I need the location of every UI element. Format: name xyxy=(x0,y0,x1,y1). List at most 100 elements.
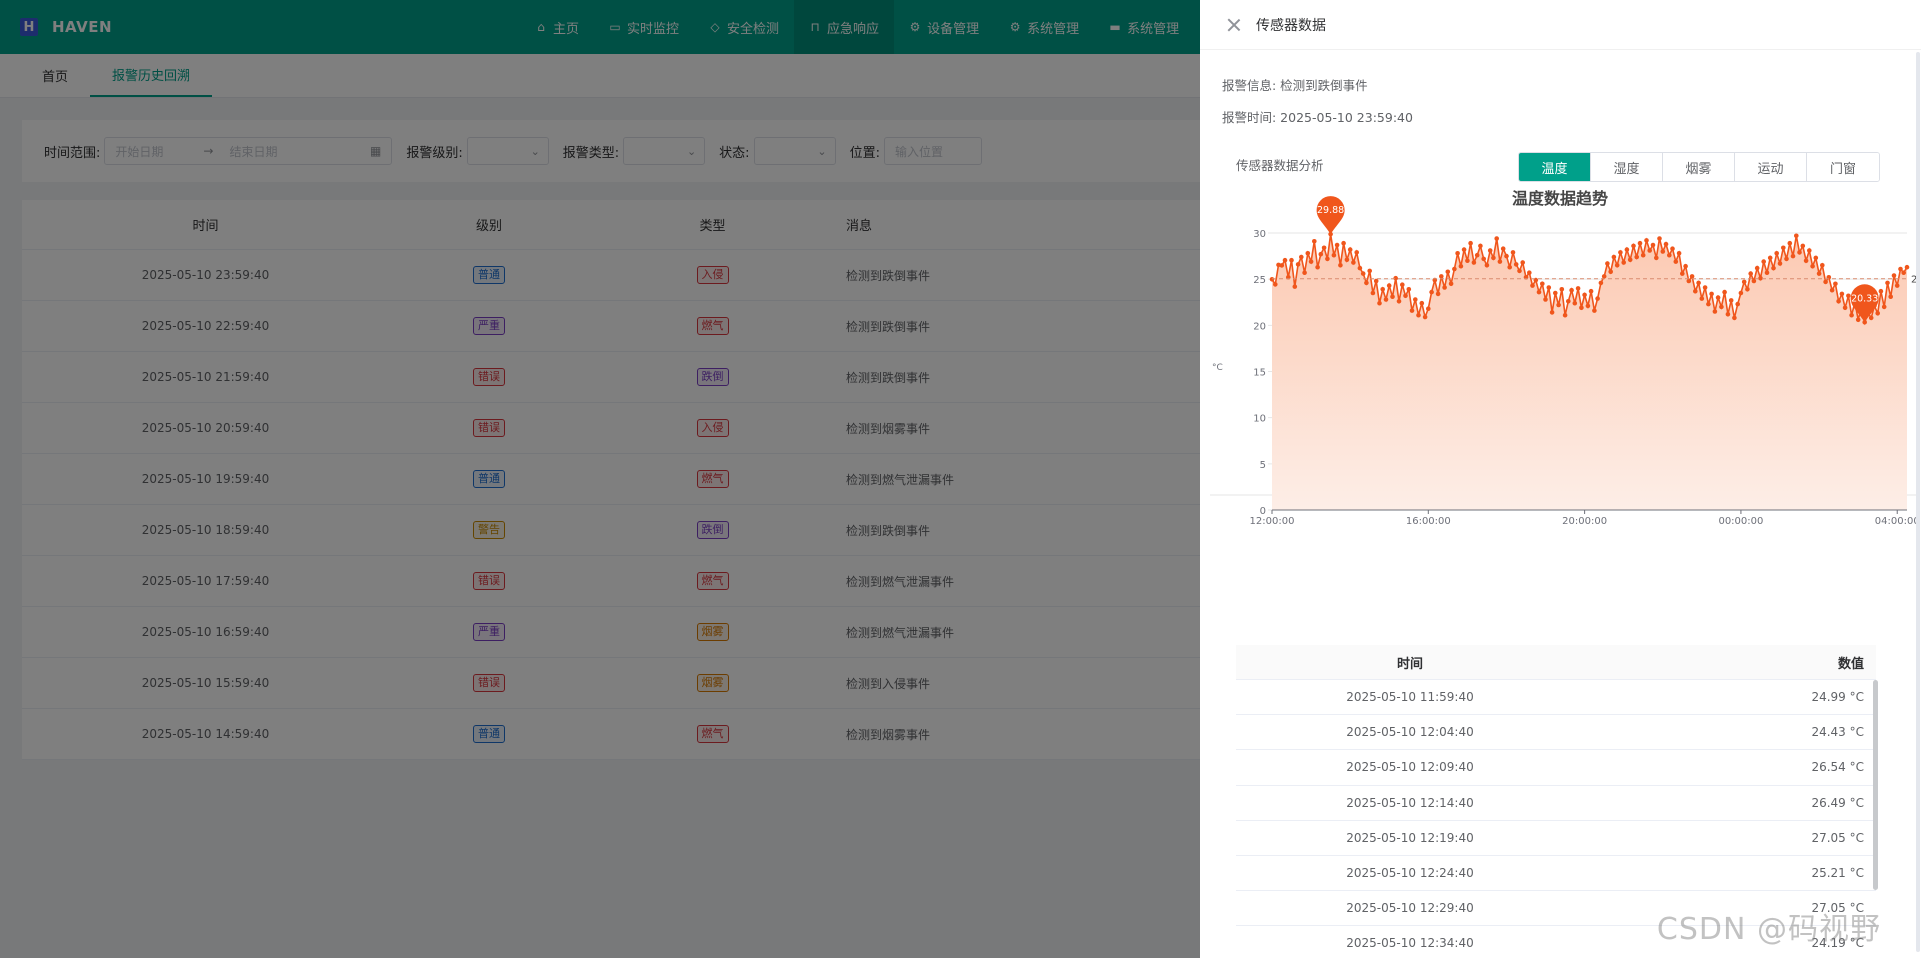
reading-row: 2025-05-10 12:09:40 26.54 °C xyxy=(1236,750,1876,786)
data-point xyxy=(1484,263,1490,268)
data-point xyxy=(1341,240,1346,246)
y-tick-label: 5 xyxy=(1260,460,1266,471)
data-point xyxy=(1360,271,1366,276)
reading-value: 24.99 °C xyxy=(1811,690,1864,705)
data-point xyxy=(1566,299,1571,304)
data-point xyxy=(1875,311,1880,316)
data-point xyxy=(1364,280,1369,286)
data-point xyxy=(1448,281,1454,287)
drawer-title: 传感器数据 xyxy=(1256,17,1326,34)
data-point xyxy=(1585,303,1591,309)
y-tick-label: 20 xyxy=(1253,321,1266,332)
data-point xyxy=(1347,247,1353,252)
data-point xyxy=(1683,263,1688,269)
readings-scrollbar[interactable] xyxy=(1873,680,1878,890)
data-point xyxy=(1842,305,1848,311)
data-point xyxy=(1598,280,1604,286)
data-point xyxy=(1761,259,1766,264)
data-point xyxy=(1312,239,1317,244)
data-point xyxy=(1461,247,1467,252)
data-point xyxy=(1673,259,1679,264)
data-point xyxy=(1693,288,1698,294)
series-area xyxy=(1272,234,1907,510)
sensor-tab-door-window[interactable]: 门窗 xyxy=(1807,153,1879,181)
data-point xyxy=(1500,246,1506,251)
data-point xyxy=(1885,280,1890,286)
reading-value: 26.49 °C xyxy=(1811,795,1864,810)
analysis-label: 传感器数据分析 xyxy=(1236,158,1324,173)
sensor-type-tabs: 温度 湿度 烟雾 运动 门窗 xyxy=(1518,152,1880,182)
data-point xyxy=(1680,271,1685,276)
data-point xyxy=(1754,265,1760,271)
reading-time: 2025-05-10 11:59:40 xyxy=(1346,690,1474,705)
reading-row: 2025-05-10 11:59:40 24.99 °C xyxy=(1236,680,1876,716)
data-point xyxy=(1784,256,1789,262)
data-point xyxy=(1357,265,1363,271)
data-point xyxy=(1608,269,1613,275)
x-tick-label: 20:00:00 xyxy=(1562,516,1607,527)
reading-value: 25.21 °C xyxy=(1811,866,1864,881)
data-point xyxy=(1474,252,1480,258)
data-point xyxy=(1334,242,1340,248)
data-point xyxy=(1471,260,1477,265)
alarm-time: 报警时间: 2025-05-10 23:59:40 xyxy=(1222,110,1413,125)
data-point xyxy=(1764,270,1770,275)
sensor-tab-motion[interactable]: 运动 xyxy=(1735,153,1807,181)
data-point xyxy=(1894,283,1900,288)
sensor-tab-smoke[interactable]: 烟雾 xyxy=(1663,153,1735,181)
reading-time: 2025-05-10 12:14:40 xyxy=(1346,795,1474,810)
data-point xyxy=(1416,312,1421,318)
data-point xyxy=(1634,254,1639,260)
data-point xyxy=(1452,266,1457,272)
data-point xyxy=(1868,315,1874,321)
data-point xyxy=(1510,250,1516,255)
data-point xyxy=(1781,245,1786,251)
data-point xyxy=(1393,275,1398,281)
data-point xyxy=(1725,312,1731,317)
data-point xyxy=(1282,257,1288,263)
data-point xyxy=(1536,289,1542,295)
data-point xyxy=(1582,292,1587,298)
data-point xyxy=(1741,279,1747,285)
sensor-tab-temperature[interactable]: 温度 xyxy=(1519,153,1591,181)
data-point xyxy=(1575,286,1581,291)
data-point xyxy=(1715,295,1721,300)
close-icon[interactable] xyxy=(1226,17,1242,33)
data-point xyxy=(1732,315,1737,321)
data-point xyxy=(1891,273,1897,278)
data-point xyxy=(1351,260,1356,265)
sensor-tab-humidity[interactable]: 湿度 xyxy=(1591,153,1663,181)
data-point xyxy=(1429,289,1434,295)
reading-value: 24.43 °C xyxy=(1811,725,1864,740)
data-point xyxy=(1767,255,1773,261)
data-point xyxy=(1513,262,1519,267)
data-point xyxy=(1709,291,1714,297)
data-point xyxy=(1794,233,1799,239)
data-point xyxy=(1738,290,1744,296)
data-point xyxy=(1579,305,1584,311)
data-point xyxy=(1621,260,1626,265)
data-point xyxy=(1325,256,1330,262)
data-point xyxy=(1735,301,1740,307)
data-point xyxy=(1800,243,1806,249)
data-point xyxy=(1289,257,1294,263)
data-point xyxy=(1331,252,1337,258)
data-point xyxy=(1611,254,1617,260)
data-point xyxy=(1377,300,1382,306)
readings-col-value: 数值 xyxy=(1837,656,1864,672)
data-point xyxy=(1728,298,1734,303)
data-point xyxy=(1530,283,1535,288)
reading-row: 2025-05-10 12:14:40 26.49 °C xyxy=(1236,786,1876,821)
data-point xyxy=(1299,254,1304,260)
csdn-watermark: CSDN @码视野 xyxy=(1656,912,1881,947)
data-point xyxy=(1569,287,1574,293)
data-point xyxy=(1650,242,1656,248)
chart-title: 温度数据趋势 xyxy=(1511,190,1608,208)
data-point xyxy=(1855,317,1861,323)
data-point xyxy=(1797,250,1802,255)
x-tick-label: 16:00:00 xyxy=(1406,516,1451,527)
data-point xyxy=(1637,240,1643,246)
drawer-scrollbar[interactable] xyxy=(1916,52,1920,952)
y-tick-label: 10 xyxy=(1253,414,1266,425)
data-point xyxy=(1595,296,1600,301)
